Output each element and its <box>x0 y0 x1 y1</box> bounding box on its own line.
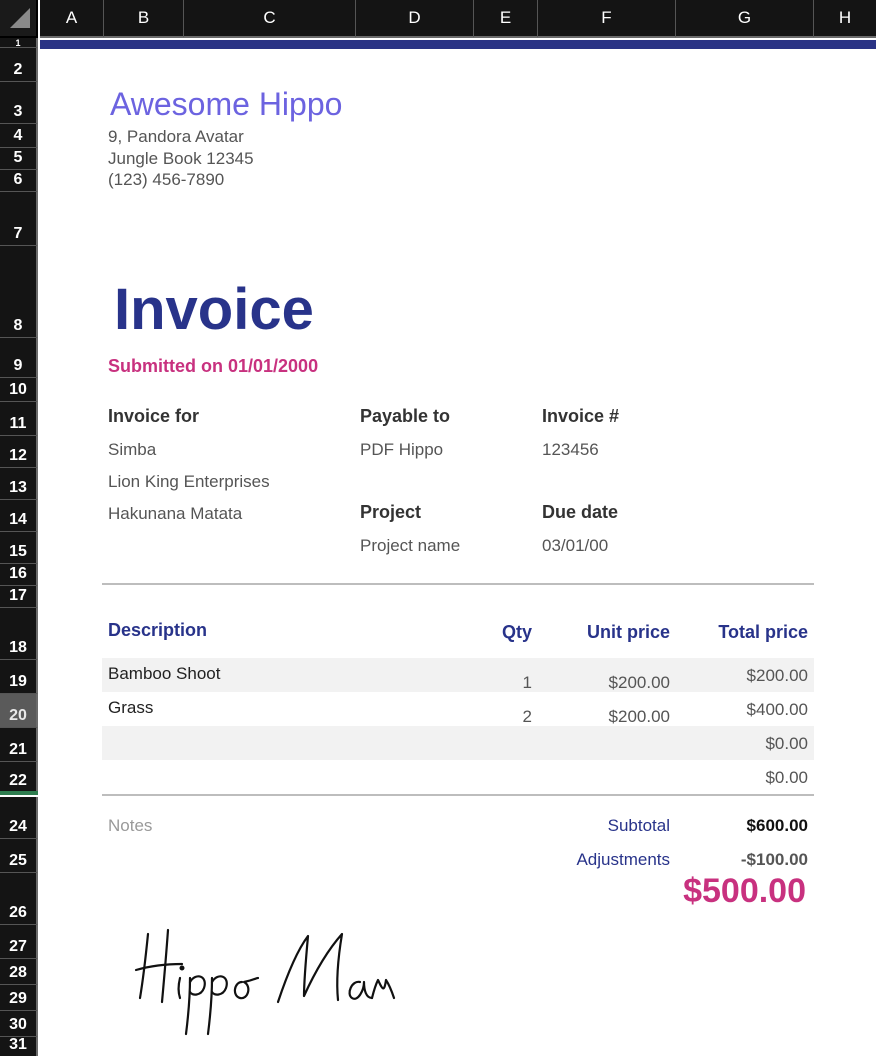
unit-price-header[interactable]: Unit price <box>538 622 670 643</box>
item-description[interactable]: Bamboo Shoot <box>108 664 220 684</box>
item-total[interactable]: $0.00 <box>676 768 808 788</box>
column-header-g[interactable]: G <box>676 0 814 38</box>
subtotal-value[interactable]: $600.00 <box>676 816 808 836</box>
row-header-21[interactable]: 21 <box>0 728 38 762</box>
row-header-30[interactable]: 30 <box>0 1011 38 1037</box>
column-header-d[interactable]: D <box>356 0 474 38</box>
row-header-11[interactable]: 11 <box>0 402 38 436</box>
company-phone[interactable]: (123) 456-7890 <box>108 170 224 190</box>
project-value[interactable]: Project name <box>360 536 460 556</box>
total-price-header[interactable]: Total price <box>676 622 808 643</box>
column-header-f[interactable]: F <box>538 0 676 38</box>
row-header-27[interactable]: 27 <box>0 925 38 959</box>
row-header-1[interactable]: 1 <box>0 38 38 48</box>
row-header-8[interactable]: 8 <box>0 246 38 338</box>
due-date-value[interactable]: 03/01/00 <box>542 536 608 556</box>
payable-to-value[interactable]: PDF Hippo <box>360 440 443 460</box>
row-header-18[interactable]: 18 <box>0 608 38 660</box>
column-header-c[interactable]: C <box>184 0 356 38</box>
row-header-19[interactable]: 19 <box>0 660 38 694</box>
submitted-date[interactable]: Submitted on 01/01/2000 <box>108 356 318 377</box>
row-header-5[interactable]: 5 <box>0 148 38 170</box>
subtotal-label[interactable]: Subtotal <box>538 816 670 836</box>
row-header-31[interactable]: 31 <box>0 1036 38 1056</box>
company-address-line2[interactable]: Jungle Book 12345 <box>108 149 254 169</box>
row-header-25[interactable]: 25 <box>0 839 38 873</box>
section-divider <box>102 583 814 585</box>
payable-to-label[interactable]: Payable to <box>360 406 450 427</box>
item-unit-price[interactable]: $200.00 <box>538 673 670 693</box>
signature-image <box>134 928 396 1036</box>
adjustments-value[interactable]: -$100.00 <box>676 850 808 870</box>
table-bottom-divider <box>102 794 814 796</box>
company-name[interactable]: Awesome Hippo <box>110 86 342 123</box>
select-all-corner[interactable] <box>0 0 38 38</box>
header-accent-bar <box>40 40 876 49</box>
row-header-15[interactable]: 15 <box>0 532 38 564</box>
adjustments-label[interactable]: Adjustments <box>538 850 670 870</box>
invoice-number-value[interactable]: 123456 <box>542 440 599 460</box>
due-date-label[interactable]: Due date <box>542 502 618 523</box>
column-header-h[interactable]: H <box>814 0 876 38</box>
column-header-a[interactable]: A <box>40 0 104 38</box>
item-qty[interactable]: 2 <box>474 707 532 727</box>
row-header-28[interactable]: 28 <box>0 959 38 985</box>
item-qty[interactable]: 1 <box>474 673 532 693</box>
company-address-line1[interactable]: 9, Pandora Avatar <box>108 127 244 147</box>
row-header-14[interactable]: 14 <box>0 500 38 532</box>
row-header-2[interactable]: 2 <box>0 48 38 82</box>
row-header-3[interactable]: 3 <box>0 82 38 124</box>
item-total[interactable]: $200.00 <box>676 666 808 686</box>
item-unit-price[interactable]: $200.00 <box>538 707 670 727</box>
row-header-24[interactable]: 24 <box>0 797 38 839</box>
invoice-for-name[interactable]: Simba <box>108 440 156 460</box>
row-header-12[interactable]: 12 <box>0 436 38 468</box>
invoice-for-address[interactable]: Hakunana Matata <box>108 504 242 524</box>
select-all-icon <box>10 8 30 28</box>
row-header-9[interactable]: 9 <box>0 338 38 378</box>
item-description[interactable]: Grass <box>108 698 153 718</box>
description-header[interactable]: Description <box>108 620 207 641</box>
item-total[interactable]: $0.00 <box>676 734 808 754</box>
invoice-title[interactable]: Invoice <box>114 276 314 343</box>
row-header-13[interactable]: 13 <box>0 468 38 500</box>
row-header-10[interactable]: 10 <box>0 378 38 402</box>
column-header-b[interactable]: B <box>104 0 184 38</box>
row-header-20[interactable]: 20 <box>0 694 38 728</box>
row-header-29[interactable]: 29 <box>0 985 38 1011</box>
notes-label[interactable]: Notes <box>108 816 152 836</box>
row-header-16[interactable]: 16 <box>0 564 38 586</box>
column-header-e[interactable]: E <box>474 0 538 38</box>
row-header-4[interactable]: 4 <box>0 124 38 148</box>
row-header-22[interactable]: 22 <box>0 762 38 793</box>
row-header-26[interactable]: 26 <box>0 873 38 925</box>
project-label[interactable]: Project <box>360 502 421 523</box>
item-total[interactable]: $400.00 <box>676 700 808 720</box>
invoice-for-company[interactable]: Lion King Enterprises <box>108 472 270 492</box>
invoice-number-label[interactable]: Invoice # <box>542 406 619 427</box>
qty-header[interactable]: Qty <box>474 622 532 643</box>
row-header-17[interactable]: 17 <box>0 586 38 608</box>
invoice-for-label[interactable]: Invoice for <box>108 406 199 427</box>
hidden-row-indicator[interactable] <box>0 791 38 795</box>
row-header-7[interactable]: 7 <box>0 192 38 246</box>
row-header-6[interactable]: 6 <box>0 170 38 192</box>
grand-total[interactable]: $500.00 <box>683 872 806 911</box>
